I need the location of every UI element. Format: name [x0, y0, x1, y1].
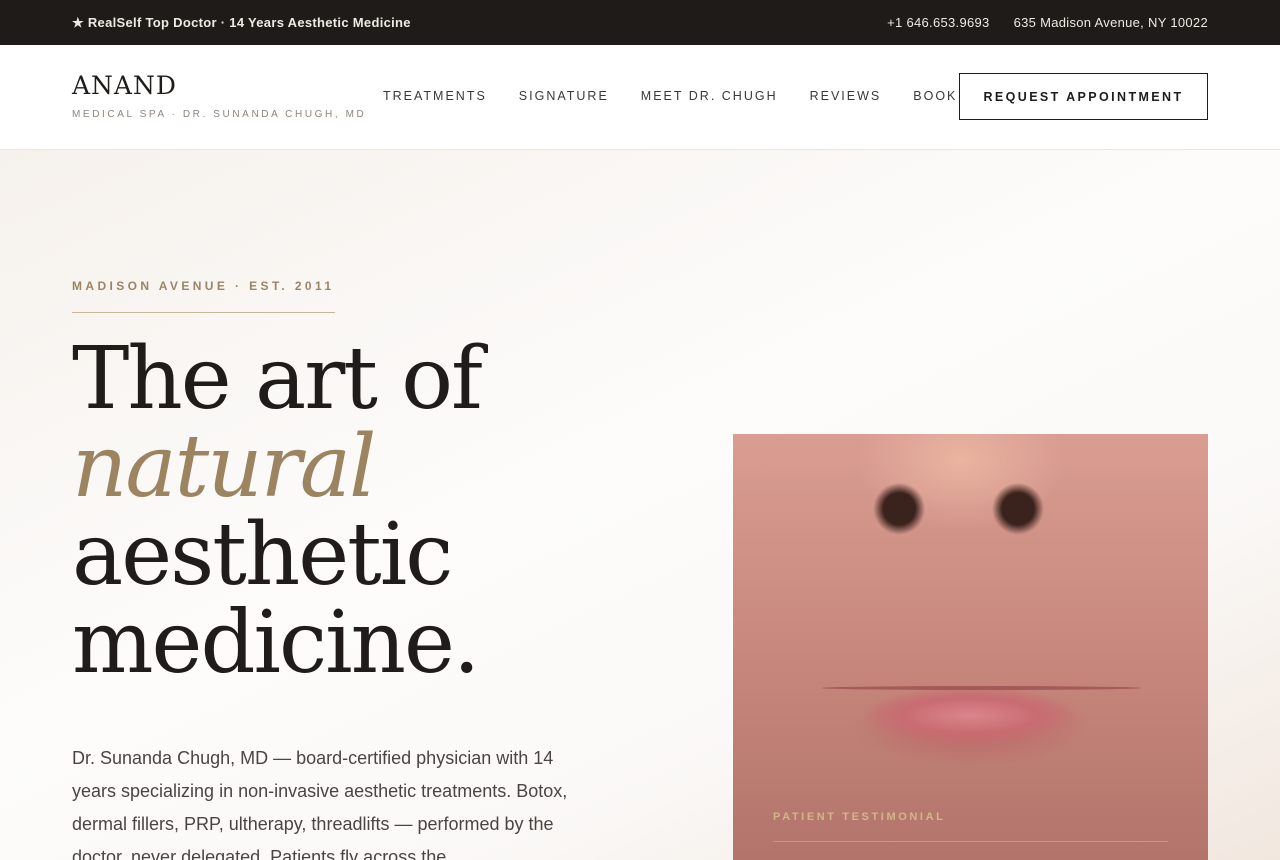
request-appointment-button[interactable]: REQUEST APPOINTMENT	[959, 73, 1208, 120]
contact-info: +1 646.653.9693 635 Madison Avenue, NY 1…	[887, 15, 1208, 30]
patient-photo: PATIENT TESTIMONIAL	[733, 434, 1208, 860]
brand-logo[interactable]: ANAND	[72, 71, 177, 100]
nav-link-signature[interactable]: SIGNATURE	[519, 89, 609, 103]
hero-headline: The art of natural aesthetic medicine.	[72, 335, 632, 687]
nav-link-reviews[interactable]: REVIEWS	[810, 89, 882, 103]
announcement-bar: ★ RealSelf Top Doctor · 14 Years Aesthet…	[0, 0, 1280, 45]
phone-link[interactable]: +1 646.653.9693	[887, 15, 989, 30]
nav-link-book[interactable]: BOOK	[913, 89, 957, 103]
eyebrow-divider	[72, 312, 335, 313]
brand-subtitle: MEDICAL SPA · DR. SUNANDA CHUGH, MD	[72, 109, 367, 120]
caption-divider	[773, 841, 1168, 842]
hero-lead-paragraph: Dr. Sunanda Chugh, MD — board-certified …	[72, 748, 568, 860]
photo-detail	[821, 686, 1141, 690]
address-text: 635 Madison Avenue, NY 10022	[1013, 15, 1208, 30]
main-navigation: ANAND MEDICAL SPA · DR. SUNANDA CHUGH, M…	[0, 45, 1280, 150]
headline-line-1: The art of	[72, 329, 483, 429]
nav-link-treatments[interactable]: TREATMENTS	[383, 89, 487, 103]
headline-line-4: medicine.	[72, 593, 480, 693]
nav-link-meet-dr-chugh[interactable]: MEET DR. CHUGH	[641, 89, 778, 103]
nav-links: TREATMENTS SIGNATURE MEET DR. CHUGH REVI…	[383, 89, 957, 103]
headline-line-3: aesthetic	[72, 505, 453, 605]
hero-eyebrow: MADISON AVENUE · EST. 2011	[72, 279, 335, 293]
hero-section: MADISON AVENUE · EST. 2011 The art of na…	[0, 150, 1280, 860]
announcement-tagline: ★ RealSelf Top Doctor · 14 Years Aesthet…	[72, 15, 411, 30]
headline-accent: natural	[72, 417, 377, 517]
photo-caption: PATIENT TESTIMONIAL	[773, 811, 946, 823]
